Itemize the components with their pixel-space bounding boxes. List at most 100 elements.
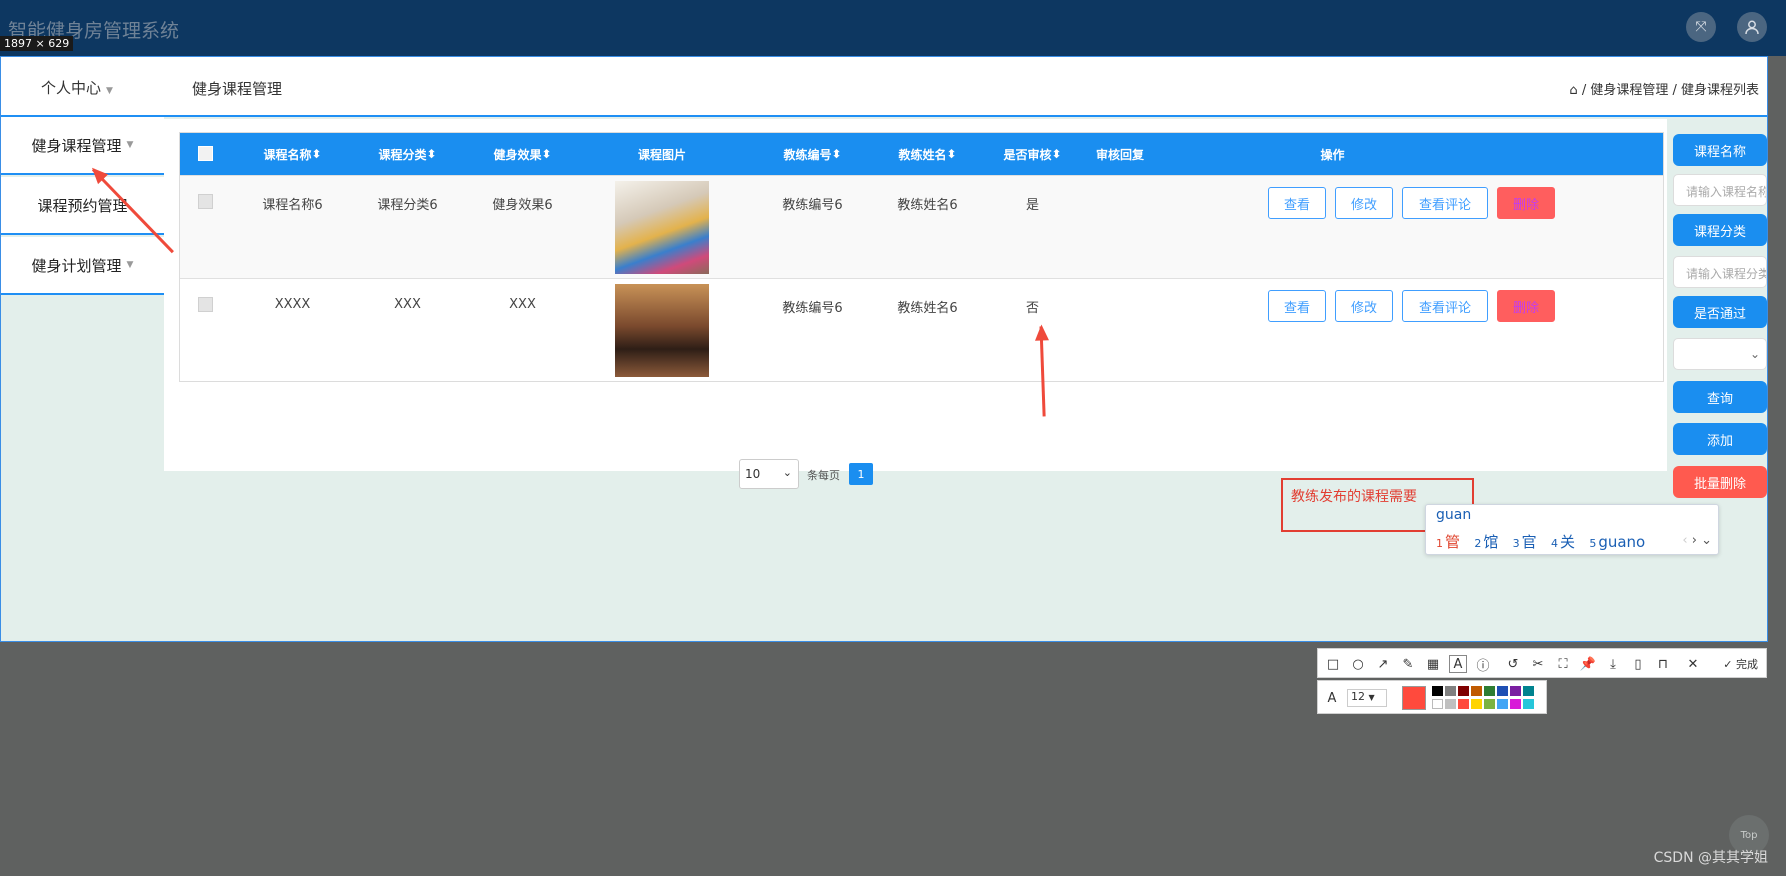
sidebar-item-label: 健身计划管理: [31, 256, 122, 275]
ime-candidate[interactable]: 4关: [1551, 533, 1575, 551]
add-button[interactable]: 添加: [1673, 423, 1767, 455]
cell-approved: 否: [1025, 301, 1039, 316]
ime-candidate[interactable]: 1管: [1436, 533, 1460, 551]
delete-button[interactable]: 删除: [1497, 290, 1555, 322]
scan-icon[interactable]: ⛶: [1554, 655, 1572, 673]
user-icon: [1745, 20, 1759, 35]
edit-button[interactable]: 修改: [1335, 187, 1393, 219]
course-category-filter-button[interactable]: 课程分类: [1673, 214, 1767, 246]
current-color-swatch[interactable]: [1402, 686, 1426, 710]
avatar[interactable]: [1737, 12, 1767, 42]
screenshot-text-options: A 12 ▼: [1317, 680, 1547, 714]
course-category-input[interactable]: 请输入课程分类: [1673, 256, 1767, 288]
view-comments-button[interactable]: 查看评论: [1402, 187, 1488, 219]
watermark: CSDN @其其学姐: [1653, 850, 1768, 866]
page-size-select[interactable]: 10 ⌄: [739, 459, 799, 489]
per-page-label: 条每页: [807, 469, 840, 482]
breadcrumb: ⌂ / 健身课程管理 / 健身课程列表: [1569, 79, 1759, 98]
column-header-name[interactable]: 课程名称 ⬍: [245, 133, 340, 175]
mosaic-icon[interactable]: ▦: [1424, 655, 1442, 673]
edit-button[interactable]: 修改: [1335, 290, 1393, 322]
cell-effect: 健身效果6: [492, 198, 553, 213]
color-swatch[interactable]: [1497, 686, 1508, 696]
color-swatch[interactable]: [1445, 686, 1456, 696]
ime-candidates: 1管 2馆 3官 4关 5 guano: [1436, 531, 1645, 552]
chevron-down-icon: ⌄: [782, 466, 792, 479]
rect-icon[interactable]: □: [1324, 655, 1342, 673]
home-icon[interactable]: ⌂: [1569, 83, 1577, 98]
page-button[interactable]: 1: [849, 463, 873, 485]
color-swatch[interactable]: [1445, 699, 1456, 709]
ime-candidate[interactable]: 3官: [1513, 533, 1537, 551]
view-button[interactable]: 查看: [1268, 187, 1326, 219]
view-button[interactable]: 查看: [1268, 290, 1326, 322]
text-icon[interactable]: A: [1449, 655, 1467, 673]
pin-icon[interactable]: 📌: [1579, 655, 1597, 673]
sidebar-item-plans[interactable]: 健身计划管理 ▼: [1, 237, 164, 295]
column-header-coach-no[interactable]: 教练编号 ⬍: [765, 133, 860, 175]
sidebar-item-bookings[interactable]: 课程预约管理: [1, 177, 164, 235]
pen-icon[interactable]: ✎: [1399, 655, 1417, 673]
undo-icon[interactable]: ↺: [1504, 655, 1522, 673]
delete-button[interactable]: 删除: [1497, 187, 1555, 219]
check-icon: ✓: [1723, 658, 1733, 671]
column-header-actions: 操作: [1320, 147, 1345, 162]
cell-coach-no: 教练编号6: [782, 198, 843, 213]
user-menu-label: 个人中心: [41, 79, 102, 97]
ime-candidate[interactable]: 5 guano: [1589, 533, 1645, 551]
sidebar-item-courses[interactable]: 健身课程管理 ▼: [1, 117, 164, 175]
ime-nav[interactable]: ‹ › ⌄: [1682, 533, 1712, 548]
color-swatch[interactable]: [1471, 699, 1482, 709]
approval-select[interactable]: ⌄: [1673, 338, 1767, 370]
arrow-icon[interactable]: ↗: [1374, 655, 1392, 673]
batch-delete-button[interactable]: 批量删除: [1673, 466, 1767, 498]
cell-category: XXX: [394, 297, 421, 312]
done-button[interactable]: ✓ 完成: [1723, 656, 1758, 672]
color-swatch[interactable]: [1432, 686, 1443, 696]
download-icon[interactable]: ⤓: [1604, 655, 1622, 673]
color-swatch[interactable]: [1523, 699, 1534, 709]
color-swatch[interactable]: [1497, 699, 1508, 709]
column-header-effect[interactable]: 健身效果 ⬍: [475, 133, 570, 175]
cell-coach-name: 教练姓名6: [897, 301, 958, 316]
color-swatch[interactable]: [1523, 686, 1534, 696]
fullscreen-icon[interactable]: ⤧: [1686, 12, 1716, 42]
color-swatch[interactable]: [1510, 699, 1521, 709]
column-header-category[interactable]: 课程分类 ⬍: [360, 133, 455, 175]
number-icon[interactable]: ⓘ: [1474, 655, 1492, 674]
dimensions-badge: 1897 × 629: [0, 36, 74, 51]
user-menu[interactable]: 个人中心 ▼: [41, 77, 113, 98]
color-swatch[interactable]: [1484, 686, 1495, 696]
select-all-checkbox[interactable]: [198, 146, 213, 161]
ime-candidate[interactable]: 2馆: [1474, 533, 1498, 551]
ime-candidate-panel: guan 1管 2馆 3官 4关 5 guano ‹ › ⌄: [1425, 504, 1719, 555]
course-name-filter-button[interactable]: 课程名称: [1673, 134, 1767, 166]
column-header-approved[interactable]: 是否审核 ⬍: [985, 133, 1080, 175]
table-header: 课程名称 ⬍ 课程分类 ⬍ 健身效果 ⬍ 课程图片 教练编号 ⬍ 教练姓名 ⬍ 是否审核 ⬍…: [180, 133, 1663, 175]
cell-coach-name: 教练姓名6: [897, 198, 958, 213]
color-swatch[interactable]: [1458, 699, 1469, 709]
color-swatch[interactable]: [1458, 686, 1469, 696]
course-image[interactable]: [615, 181, 709, 274]
scissors-icon[interactable]: ✂: [1529, 655, 1547, 673]
font-size-select[interactable]: 12 ▼: [1347, 689, 1387, 707]
phone-icon[interactable]: ▯: [1629, 655, 1647, 673]
ellipse-icon[interactable]: ○: [1349, 655, 1367, 673]
font-icon: A: [1327, 690, 1337, 706]
row-checkbox[interactable]: [198, 297, 213, 312]
approval-filter-button[interactable]: 是否通过: [1673, 296, 1767, 328]
color-swatch[interactable]: [1510, 686, 1521, 696]
course-name-input[interactable]: 请输入课程名称: [1673, 174, 1767, 206]
cell-name: XXXX: [274, 297, 311, 312]
color-swatch[interactable]: [1471, 686, 1482, 696]
color-swatch[interactable]: [1484, 699, 1495, 709]
row-checkbox[interactable]: [198, 194, 213, 209]
course-image[interactable]: [615, 284, 709, 377]
query-button[interactable]: 查询: [1673, 381, 1767, 413]
annotation-text: 教练发布的课程需要: [1291, 489, 1417, 505]
color-swatch[interactable]: [1432, 699, 1443, 709]
column-header-coach-name[interactable]: 教练姓名 ⬍: [880, 133, 975, 175]
close-icon[interactable]: ✕: [1684, 655, 1702, 673]
view-comments-button[interactable]: 查看评论: [1402, 290, 1488, 322]
bookmark-icon[interactable]: ⊓: [1654, 655, 1672, 673]
